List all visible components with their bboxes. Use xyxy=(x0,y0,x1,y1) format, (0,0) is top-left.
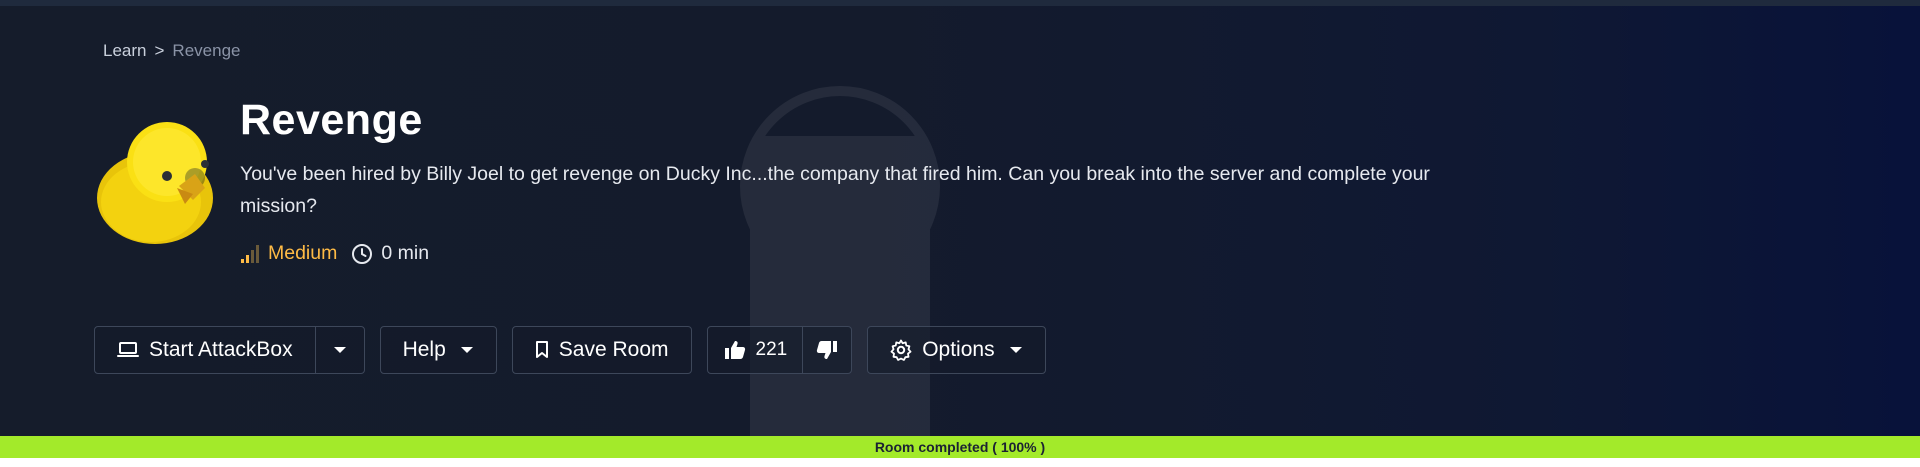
room-description: You've been hired by Billy Joel to get r… xyxy=(240,163,1430,217)
start-attackbox-button[interactable]: Start AttackBox xyxy=(95,327,315,373)
difficulty-bars-icon xyxy=(240,244,260,264)
help-label: Help xyxy=(402,338,446,361)
difficulty-label: Medium xyxy=(268,242,338,264)
thumbs-down-icon xyxy=(816,340,838,360)
room-actions: Start AttackBox Help Save Room 221 Optio… xyxy=(94,326,1046,374)
save-room-label: Save Room xyxy=(558,338,669,361)
duration-label: 0 min xyxy=(381,242,430,264)
breadcrumb-current: Revenge xyxy=(172,41,241,60)
save-room-button[interactable]: Save Room xyxy=(513,327,691,373)
options-label: Options xyxy=(922,338,995,361)
page-bottom-edge xyxy=(0,458,1920,467)
duration: 0 min xyxy=(351,242,429,265)
start-attackbox-label: Start AttackBox xyxy=(149,338,293,361)
dislike-button[interactable] xyxy=(802,327,851,373)
bookmark-icon xyxy=(535,341,549,359)
difficulty-badge: Medium xyxy=(240,242,337,265)
caret-down-icon xyxy=(333,345,347,355)
breadcrumb: Learn > Revenge xyxy=(103,41,240,61)
laptop-icon xyxy=(117,341,139,359)
room-header: Learn > Revenge Revenge You've been hire… xyxy=(0,6,1920,436)
options-button[interactable]: Options xyxy=(868,327,1044,373)
room-progress-bar: Room completed ( 100% ) xyxy=(0,436,1920,458)
rubber-duck-icon xyxy=(95,116,217,248)
background-illustration xyxy=(740,86,940,436)
thumbs-up-icon xyxy=(724,340,746,360)
options-button-group: Options xyxy=(867,326,1046,374)
breadcrumb-separator: > xyxy=(154,41,165,60)
like-button[interactable]: 221 xyxy=(708,327,803,373)
save-room-button-group: Save Room xyxy=(511,326,692,374)
caret-down-icon xyxy=(460,345,474,355)
room-meta: Medium 0 min xyxy=(240,242,429,265)
gear-icon xyxy=(890,339,912,361)
room-progress-label: Room completed ( 100% ) xyxy=(874,439,1046,455)
help-button-group: Help xyxy=(379,326,497,374)
help-button[interactable]: Help xyxy=(381,327,496,373)
attackbox-button-group: Start AttackBox xyxy=(94,326,365,374)
clock-icon xyxy=(351,243,373,265)
attackbox-dropdown-button[interactable] xyxy=(314,327,364,373)
caret-down-icon xyxy=(1009,345,1023,355)
vote-button-group: 221 xyxy=(706,326,853,374)
room-title: Revenge xyxy=(240,96,423,144)
like-count: 221 xyxy=(755,339,788,360)
breadcrumb-learn-link[interactable]: Learn xyxy=(103,41,146,61)
